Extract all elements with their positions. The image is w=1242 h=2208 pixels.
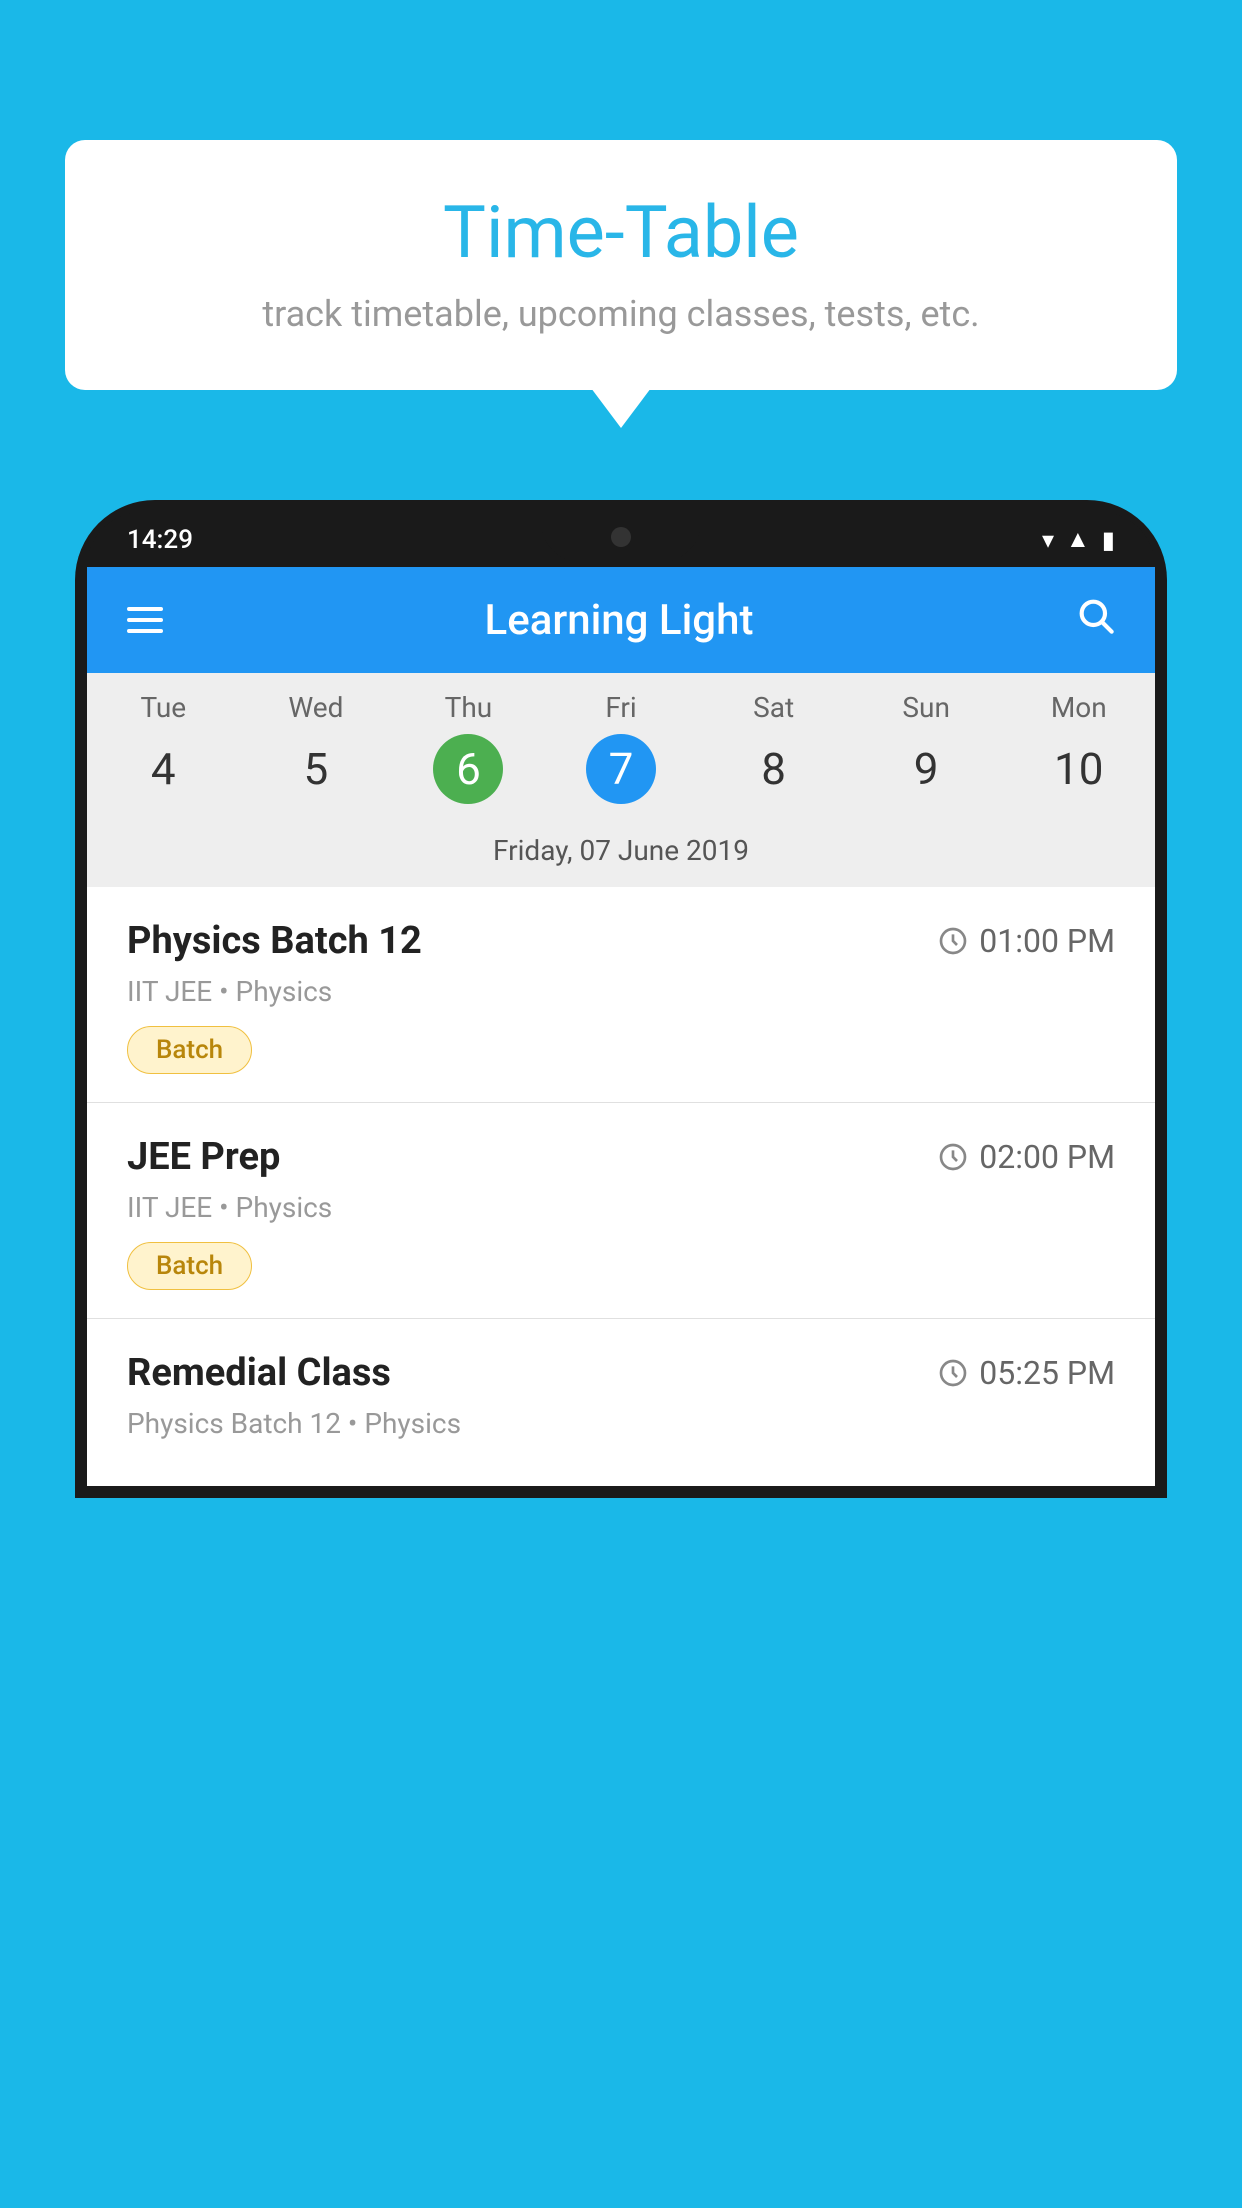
schedule-item-2-tag: Batch [127, 1242, 252, 1290]
phone-screen: Learning Light Tue Wed [87, 567, 1155, 1486]
day-col-wed[interactable]: Wed [240, 673, 393, 734]
clock-icon-2 [937, 1141, 969, 1173]
day-num-wed: 5 [281, 734, 351, 804]
day-num-col-sat[interactable]: 8 [697, 734, 850, 804]
app-header: Learning Light [87, 567, 1155, 673]
schedule-item-3-header: Remedial Class 05:25 PM [127, 1351, 1115, 1395]
day-col-sun[interactable]: Sun [850, 673, 1003, 734]
day-num-col-fri[interactable]: 7 [545, 734, 698, 804]
day-col-fri[interactable]: Fri [545, 673, 698, 734]
battery-icon: ▮ [1102, 526, 1115, 554]
day-num-fri: 7 [586, 734, 656, 804]
schedule-item-2-time: 02:00 PM [937, 1138, 1115, 1176]
schedule-item-3-meta: Physics Batch 12 • Physics [127, 1407, 1115, 1440]
selected-date-label: Friday, 07 June 2019 [87, 820, 1155, 887]
search-button[interactable] [1075, 595, 1115, 645]
schedule-item-3-title: Remedial Class [127, 1351, 391, 1395]
day-num-row: 4 5 6 7 8 9 [87, 734, 1155, 820]
tooltip-subtitle: track timetable, upcoming classes, tests… [125, 293, 1117, 335]
day-num-mon: 10 [1044, 734, 1114, 804]
tooltip-container: Time-Table track timetable, upcoming cla… [65, 140, 1177, 390]
day-num-col-tue[interactable]: 4 [87, 734, 240, 804]
day-name-thu: Thu [392, 691, 545, 724]
day-col-tue[interactable]: Tue [87, 673, 240, 734]
day-num-tue: 4 [128, 734, 198, 804]
day-name-mon: Mon [1002, 691, 1155, 724]
schedule-item-3[interactable]: Remedial Class 05:25 PM Physics Batch 12… [87, 1319, 1155, 1486]
phone-mockup: 14:29 ▾ ▲ ▮ Learning Light [75, 500, 1167, 2208]
tooltip-box: Time-Table track timetable, upcoming cla… [65, 140, 1177, 390]
day-num-col-mon[interactable]: 10 [1002, 734, 1155, 804]
hamburger-menu-button[interactable] [127, 607, 163, 633]
schedule-item-2-meta: IIT JEE • Physics [127, 1191, 1115, 1224]
schedule-item-1-tag: Batch [127, 1026, 252, 1074]
schedule-item-3-time: 05:25 PM [937, 1354, 1115, 1392]
day-num-col-sun[interactable]: 9 [850, 734, 1003, 804]
wifi-icon: ▾ [1042, 526, 1054, 554]
schedule-item-2-header: JEE Prep 02:00 PM [127, 1135, 1115, 1179]
day-num-thu: 6 [433, 734, 503, 804]
day-col-thu[interactable]: Thu [392, 673, 545, 734]
day-name-sat: Sat [697, 691, 850, 724]
day-col-mon[interactable]: Mon [1002, 673, 1155, 734]
day-headers-row: Tue Wed Thu Fri Sat Sun [87, 673, 1155, 734]
app-title: Learning Light [485, 596, 754, 645]
schedule-item-1-header: Physics Batch 12 01:00 PM [127, 919, 1115, 963]
schedule-item-3-time-text: 05:25 PM [979, 1354, 1115, 1392]
day-name-sun: Sun [850, 691, 1003, 724]
day-num-sat: 8 [739, 734, 809, 804]
calendar-strip: Tue Wed Thu Fri Sat Sun [87, 673, 1155, 887]
phone-outer: 14:29 ▾ ▲ ▮ Learning Light [75, 500, 1167, 1498]
schedule-item-1-title: Physics Batch 12 [127, 919, 422, 963]
status-icons: ▾ ▲ ▮ [1042, 525, 1115, 554]
schedule-item-1-time-text: 01:00 PM [979, 922, 1115, 960]
status-time: 14:29 [127, 525, 193, 555]
schedule-item-2-title: JEE Prep [127, 1135, 280, 1179]
schedule-item-1-time: 01:00 PM [937, 922, 1115, 960]
tooltip-title: Time-Table [125, 190, 1117, 275]
day-num-col-wed[interactable]: 5 [240, 734, 393, 804]
camera [611, 527, 631, 547]
status-bar: 14:29 ▾ ▲ ▮ [87, 512, 1155, 567]
schedule-item-1-meta: IIT JEE • Physics [127, 975, 1115, 1008]
schedule-item-2-time-text: 02:00 PM [979, 1138, 1115, 1176]
schedule-item-2[interactable]: JEE Prep 02:00 PM IIT JEE • Physics Batc… [87, 1103, 1155, 1319]
day-name-tue: Tue [87, 691, 240, 724]
day-name-wed: Wed [240, 691, 393, 724]
schedule-list: Physics Batch 12 01:00 PM IIT JEE • Phys… [87, 887, 1155, 1486]
day-num-sun: 9 [891, 734, 961, 804]
day-col-sat[interactable]: Sat [697, 673, 850, 734]
day-name-fri: Fri [545, 691, 698, 724]
phone-notch [541, 512, 701, 562]
clock-icon-1 [937, 925, 969, 957]
schedule-item-1[interactable]: Physics Batch 12 01:00 PM IIT JEE • Phys… [87, 887, 1155, 1103]
clock-icon-3 [937, 1357, 969, 1389]
day-num-col-thu[interactable]: 6 [392, 734, 545, 804]
signal-icon: ▲ [1066, 525, 1090, 554]
